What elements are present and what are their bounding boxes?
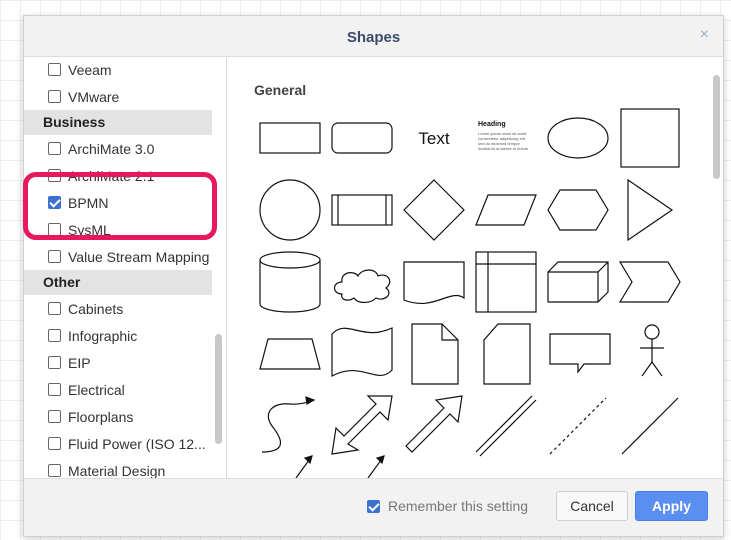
library-checkbox[interactable] [48,196,61,209]
text-sample: Text [418,129,449,148]
cancel-button[interactable]: Cancel [556,491,628,521]
library-checkbox[interactable] [48,63,61,76]
rectangle-shape[interactable] [259,122,321,154]
library-checkbox[interactable] [48,90,61,103]
library-label: VMware [68,88,120,105]
card-shape[interactable] [483,323,531,385]
heading-body: Lorem ipsum dolor sit amet, consectetur a… [478,131,529,151]
triangle-shape[interactable] [627,178,674,242]
library-item-electrical[interactable]: Electrical [24,376,226,403]
library-item-eip[interactable]: EIP [24,349,226,376]
partial-arrow-shape[interactable] [367,455,385,478]
remember-setting[interactable]: Remember this setting [367,498,528,514]
library-list: Veeam VMware Business ArchiMate 3.0 ArchiMat… [24,58,227,478]
library-item-material-design[interactable]: Material Design [24,457,226,478]
apply-button[interactable]: Apply [635,491,708,521]
dashed-line-shape[interactable] [549,397,607,455]
library-checkbox[interactable] [48,383,61,396]
document-shape[interactable] [403,261,465,305]
dialog-header: Shapes × [24,16,723,57]
dialog-title: Shapes [346,29,401,46]
cube-shape[interactable] [547,261,609,303]
actor-shape[interactable] [640,324,664,377]
internal-storage-shape[interactable] [475,251,537,313]
library-checkbox[interactable] [48,464,61,477]
library-label: Veeam [68,61,112,78]
curved-arrow-shape[interactable] [261,396,316,453]
dialog-footer: Remember this setting Cancel Apply [24,478,723,536]
library-item-value-stream-mapping[interactable]: Value Stream Mapping [24,243,226,270]
shapes-preview: General Text Heading Lorem ipsum dolor sit… [228,58,723,478]
preview-scrollbar[interactable] [713,75,720,179]
library-item-infographic[interactable]: Infographic [24,322,226,349]
remember-checkbox[interactable] [367,499,380,513]
shapes-dialog: Shapes × Veeam VMware Business ArchiMate 3.… [23,15,724,537]
library-item-bpmn[interactable]: BPMN [24,189,226,216]
section-business: Business [24,110,212,135]
close-icon[interactable]: × [700,26,709,44]
library-checkbox[interactable] [48,356,61,369]
library-item-fluid-power-iso-12[interactable]: Fluid Power (ISO 12... [24,430,226,457]
hexagon-shape[interactable] [547,189,609,231]
library-label: Value Stream Mapping [68,248,210,265]
section-other: Other [24,270,212,295]
rounded-rectangle-shape[interactable] [331,122,393,154]
library-label: ArchiMate 2.1 [68,167,155,184]
library-checkbox[interactable] [48,329,61,342]
library-label: SysML [68,221,111,238]
library-item-archimate-3-0[interactable]: ArchiMate 3.0 [24,135,226,162]
shape-palette: Text Heading Lorem ipsum dolor sit amet, co… [259,108,681,478]
cylinder-shape[interactable] [259,251,321,313]
library-label: Fluid Power (ISO 12... [68,435,206,452]
library-label: Floorplans [68,408,134,425]
sidebar-scrollbar[interactable] [215,334,222,444]
library-label: Electrical [68,381,125,398]
heading-sample: Heading [478,121,506,128]
library-item-archimate-2-1[interactable]: ArchiMate 2.1 [24,162,226,189]
library-label: Material Design [68,462,166,479]
trapezoid-shape[interactable] [259,338,321,370]
library-item-vmware[interactable]: VMware [24,83,226,110]
step-shape[interactable] [618,261,681,303]
line-shape[interactable] [621,397,679,455]
library-label: Cabinets [68,300,124,317]
arrow-shape[interactable] [405,395,463,453]
library-item-veeam[interactable]: Veeam [24,58,226,83]
library-item-floorplans[interactable]: Floorplans [24,403,226,430]
text-shape[interactable]: Text [418,129,449,148]
library-checkbox[interactable] [48,169,61,182]
tape-shape[interactable] [331,327,393,377]
library-checkbox[interactable] [48,223,61,236]
callout-shape[interactable] [549,333,611,374]
library-label: BPMN [68,194,109,211]
heading-textbox-shape[interactable]: Heading Lorem ipsum dolor sit amet, consec… [478,121,529,151]
library-label: Infographic [68,327,138,344]
process-shape[interactable] [331,194,393,226]
diamond-shape[interactable] [403,179,465,241]
note-shape[interactable] [411,323,459,385]
ellipse-shape[interactable] [547,117,609,159]
circle-shape[interactable] [259,179,321,241]
bidirectional-arrow-shape[interactable] [331,395,393,455]
library-checkbox[interactable] [48,142,61,155]
library-label: ArchiMate 3.0 [68,140,155,157]
library-label: EIP [68,354,91,371]
library-item-sysml[interactable]: SysML [24,216,226,243]
link-shape[interactable] [475,395,537,457]
cloud-shape[interactable] [333,269,391,304]
parallelogram-shape[interactable] [475,194,537,226]
library-checkbox[interactable] [48,437,61,450]
remember-label: Remember this setting [388,498,529,514]
library-item-cabinets[interactable]: Cabinets [24,295,226,322]
library-checkbox[interactable] [48,302,61,315]
library-checkbox[interactable] [48,410,61,423]
library-checkbox[interactable] [48,250,61,263]
partial-arrow-shape[interactable] [295,455,313,478]
square-shape[interactable] [620,108,680,168]
